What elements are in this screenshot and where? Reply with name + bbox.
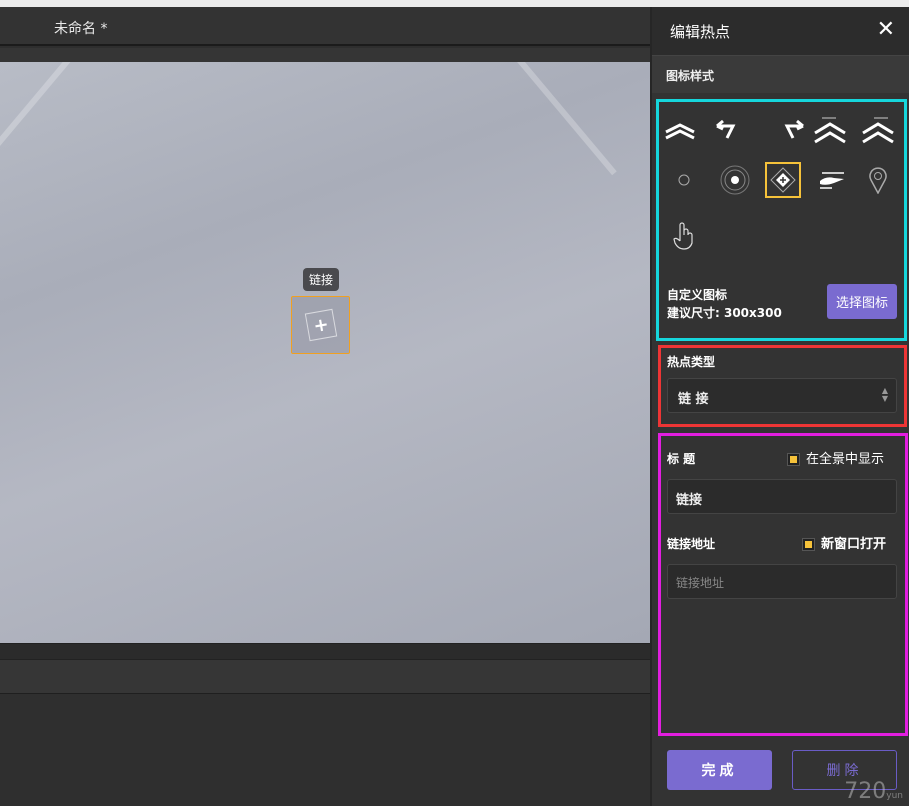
link-url-label: 链接地址 xyxy=(667,537,716,551)
panel-title: 编辑热点 xyxy=(670,23,731,41)
sky-streak xyxy=(0,62,87,166)
title-input[interactable]: 链接 xyxy=(667,479,897,514)
hotspot-marker[interactable]: + xyxy=(291,296,350,354)
new-window-label: 新窗口打开 xyxy=(821,537,887,552)
double-chevron-up-dash-2-icon[interactable] xyxy=(860,112,896,148)
icon-style-label: 图标样式 xyxy=(666,69,715,83)
editor-header: 未命名 * xyxy=(0,7,650,46)
bottom-area xyxy=(0,694,650,806)
custom-icon-label: 自定义图标 xyxy=(667,288,728,302)
turn-left-arrow-icon[interactable] xyxy=(710,112,746,148)
panorama-canvas[interactable]: 链接 + xyxy=(0,62,650,643)
sort-arrows-icon: ▲ ▼ xyxy=(881,386,888,403)
target-circle-icon[interactable] xyxy=(717,162,753,198)
hotspot-label: 链接 xyxy=(303,268,340,291)
timeline-bar xyxy=(0,643,650,659)
map-pin-icon[interactable] xyxy=(860,162,896,198)
link-url-input[interactable]: 链接地址 xyxy=(667,564,897,599)
project-title: 未命名 * xyxy=(54,21,108,37)
new-window-checkbox[interactable]: 新窗口打开 xyxy=(802,533,886,552)
watermark-logo: 720yun xyxy=(844,779,903,804)
show-in-pano-checkbox[interactable]: 在全景中显示 xyxy=(787,448,884,467)
custom-icon-size: 建议尺寸: 300x300 xyxy=(667,306,782,320)
hand-pointer-icon[interactable] xyxy=(666,218,702,254)
hotspot-type-select[interactable]: 链 接 ▲ ▼ xyxy=(667,378,897,413)
toolbar xyxy=(0,48,650,62)
hotspot-type-value: 链 接 xyxy=(678,392,709,407)
close-icon[interactable]: ✕ xyxy=(877,17,895,42)
helicopter-icon[interactable] xyxy=(812,162,848,198)
sky-streak xyxy=(509,62,617,176)
pick-icon-button[interactable]: 选择图标 xyxy=(827,284,897,319)
checkbox-checked[interactable] xyxy=(802,538,815,551)
double-chevron-up-icon[interactable] xyxy=(662,112,698,148)
window-top-strip xyxy=(0,0,909,7)
turn-right-arrow-icon[interactable] xyxy=(774,112,810,148)
panel-header: 编辑热点 ✕ xyxy=(652,7,909,55)
edit-hotspot-panel: 编辑热点 ✕ 图标样式 自定义图标 建议尺寸: 300x300 选择图标 热点类… xyxy=(650,7,909,806)
checkbox-checked[interactable] xyxy=(787,453,800,466)
diamond-plus-icon[interactable] xyxy=(765,162,801,198)
done-button[interactable]: 完成 xyxy=(667,750,772,790)
small-circle-icon[interactable] xyxy=(666,162,702,198)
show-in-pano-label: 在全景中显示 xyxy=(806,452,885,467)
double-chevron-up-dash-icon[interactable] xyxy=(812,112,848,148)
hotspot-type-label: 热点类型 xyxy=(667,355,716,369)
icon-style-section-header: 图标样式 xyxy=(652,55,909,93)
title-label: 标 题 xyxy=(667,452,696,466)
scene-bar xyxy=(0,659,650,694)
plus-icon: + xyxy=(304,308,337,342)
